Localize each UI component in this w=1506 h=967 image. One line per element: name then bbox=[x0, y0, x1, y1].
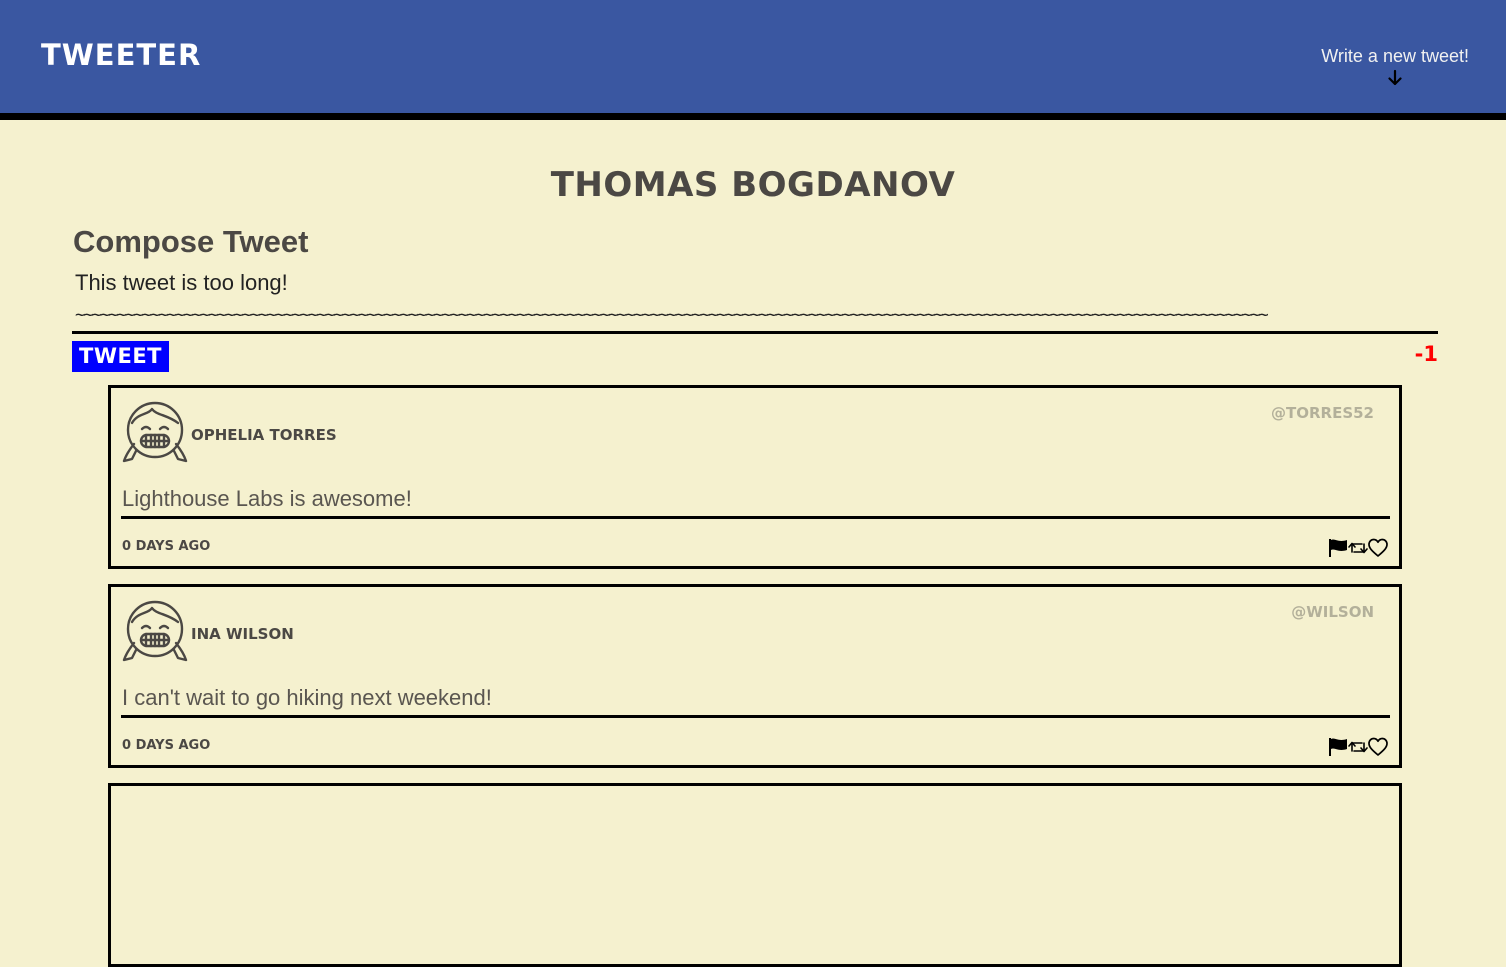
tweet-actions bbox=[1328, 737, 1388, 757]
arrow-down-icon bbox=[1388, 69, 1402, 86]
retweet-icon[interactable] bbox=[1348, 737, 1368, 757]
tweet-card: Ophelia Torres @torres52 Lighthouse Labs… bbox=[108, 385, 1402, 569]
brand-logo[interactable]: TWEETER bbox=[41, 38, 201, 72]
compose-underline bbox=[72, 331, 1438, 334]
tweet-divider bbox=[121, 715, 1390, 718]
profile-name: THOMAS BOGDANOV bbox=[550, 165, 956, 205]
tweet-card: Ina Wilson @wilson I can't wait to go hi… bbox=[108, 584, 1402, 768]
write-new-tweet-label: Write a new tweet! bbox=[1321, 46, 1469, 66]
tweet-author-name: Ophelia Torres bbox=[191, 426, 337, 444]
flag-icon[interactable] bbox=[1328, 737, 1348, 757]
tweet-divider bbox=[121, 516, 1390, 519]
retweet-icon[interactable] bbox=[1348, 538, 1368, 558]
tweet-author-handle: @torres52 bbox=[1270, 404, 1374, 422]
heart-icon[interactable] bbox=[1368, 538, 1388, 558]
character-counter: -1 bbox=[1414, 342, 1438, 366]
compose-title: Compose Tweet bbox=[73, 224, 309, 259]
write-new-tweet-link[interactable]: Write a new tweet! bbox=[1321, 46, 1469, 87]
tweet-timestamp: 0 days ago bbox=[122, 738, 211, 753]
tweet-card bbox=[108, 783, 1402, 967]
heart-icon[interactable] bbox=[1368, 737, 1388, 757]
tweet-author-name: Ina Wilson bbox=[191, 625, 294, 643]
compose-textarea[interactable]: ~~~~~~~~~~~~~~~~~~~~~~~~~~~~~~~~~~~~~~~~… bbox=[75, 305, 1437, 325]
tweet-button[interactable]: TWEET bbox=[72, 341, 170, 372]
smiling-girl-avatar-icon bbox=[122, 401, 188, 463]
tweet-timestamp: 0 days ago bbox=[122, 539, 211, 554]
flag-icon[interactable] bbox=[1328, 538, 1348, 558]
navbar: TWEETER Write a new tweet! bbox=[0, 0, 1506, 120]
tweet-content: Lighthouse Labs is awesome! bbox=[122, 486, 412, 511]
tweet-author-handle: @wilson bbox=[1291, 603, 1374, 621]
smiling-girl-avatar-icon bbox=[122, 600, 188, 662]
tweet-actions bbox=[1328, 538, 1388, 558]
tweet-content: I can't wait to go hiking next weekend! bbox=[122, 685, 492, 710]
error-message: This tweet is too long! bbox=[75, 270, 288, 295]
